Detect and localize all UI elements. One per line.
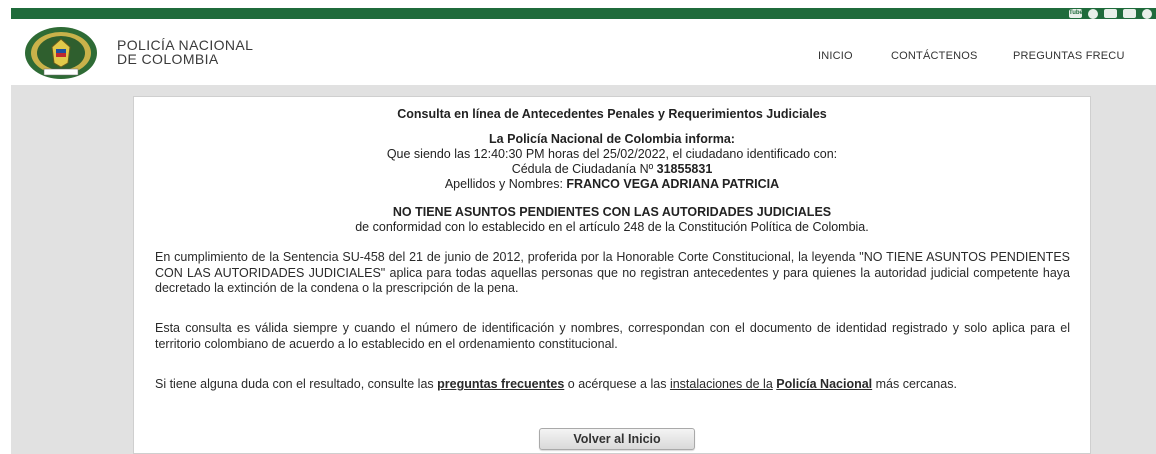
back-to-home-button[interactable]: Volver al Inicio [539,428,695,450]
link-policia-nacional[interactable]: Policía Nacional [776,377,872,391]
link-instalaciones[interactable]: instalaciones de la [670,377,773,391]
paragraph-dudas: Si tiene alguna duda con el resultado, c… [155,377,1070,393]
dudas-post: más cercanas. [875,377,957,391]
link-preguntas-frecuentes[interactable]: preguntas frecuentes [437,377,564,391]
dudas-mid: o acérquese a las [567,377,667,391]
names-value: FRANCO VEGA ADRIANA PATRICIA [566,177,780,191]
youtube-icon[interactable]: Tube [1069,9,1083,18]
main-nav: INICIO CONTÁCTENOS PREGUNTAS FRECU [11,50,1156,66]
cedula-number: 31855831 [656,162,713,176]
pinterest-icon[interactable] [1088,8,1098,19]
cedula-label: Cédula de Ciudadanía Nº [511,162,654,176]
paragraph-validez: Esta consulta es válida siempre y cuando… [155,321,1070,351]
result-title: Consulta en línea de Antecedentes Penale… [397,107,827,121]
instagram-icon[interactable] [1123,9,1136,18]
video-icon[interactable] [1104,9,1117,18]
social-links: Tube [1069,8,1156,19]
nav-preguntas-frecuentes[interactable]: PREGUNTAS FRECU [1013,50,1125,62]
nav-inicio[interactable]: INICIO [818,50,853,62]
names-line: Apellidos y Nombres: FRANCO VEGA ADRIANA… [134,177,1090,192]
nav-contactenos[interactable]: CONTÁCTENOS [891,50,978,62]
site-header: POLICÍA NACIONAL DE COLOMBIA INICIO CONT… [11,19,1156,85]
paragraph-sentencia: En cumplimiento de la Sentencia SU-458 d… [155,250,1070,295]
cedula-line: Cédula de Ciudadanía Nº 31855831 [134,162,1090,177]
top-green-bar: Tube [11,8,1156,19]
status-heading: NO TIENE ASUNTOS PENDIENTES CON LAS AUTO… [392,205,832,219]
inform-heading: La Policía Nacional de Colombia informa: [489,132,735,146]
status-note: de conformidad con lo establecido en el … [355,220,869,234]
result-card: Consulta en línea de Antecedentes Penale… [133,96,1091,454]
dudas-pre: Si tiene alguna duda con el resultado, c… [155,377,434,391]
names-label: Apellidos y Nombres: [444,177,563,191]
googleplus-icon[interactable] [1142,8,1152,19]
inform-line: Que siendo las 12:40:30 PM horas del 25/… [386,147,838,161]
